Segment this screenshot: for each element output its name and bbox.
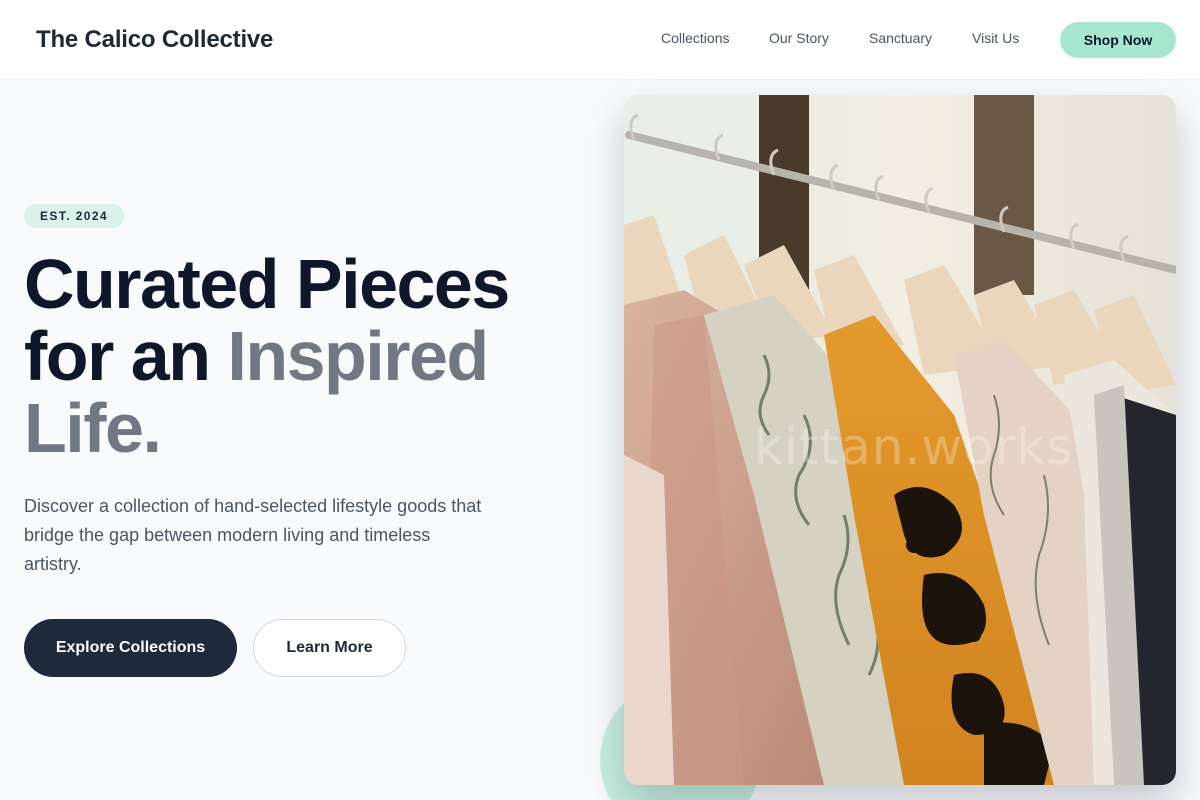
hero-headline: Curated Pieces for an Inspired Life. [24, 245, 510, 467]
explore-collections-button[interactable]: Explore Collections [24, 619, 237, 677]
learn-more-button[interactable]: Learn More [253, 619, 406, 677]
headline-line-2-muted: Inspired [227, 317, 489, 395]
nav-link-sanctuary[interactable]: Sanctuary [869, 30, 932, 46]
established-badge: EST. 2024 [24, 204, 124, 228]
headline-line-1: Curated Pieces [24, 245, 510, 323]
nav-link-collections[interactable]: Collections [661, 30, 729, 46]
nav-link-visit-us[interactable]: Visit Us [972, 30, 1019, 46]
headline-line-2: for an Inspired [24, 320, 509, 392]
image-watermark: kittan.works [754, 418, 1074, 476]
nav-link-our-story[interactable]: Our Story [769, 30, 829, 46]
shop-now-button[interactable]: Shop Now [1060, 22, 1176, 58]
hero-image-clothing-rack: kittan.works [624, 95, 1176, 785]
headline-line-3: Life. [24, 389, 162, 467]
hero-description: Discover a collection of hand-selected l… [24, 496, 482, 574]
brand-logo[interactable]: The Calico Collective [36, 26, 273, 54]
site-header: The Calico Collective Collections Our St… [0, 0, 1200, 80]
headline-line-2-dark: for an [24, 317, 228, 395]
